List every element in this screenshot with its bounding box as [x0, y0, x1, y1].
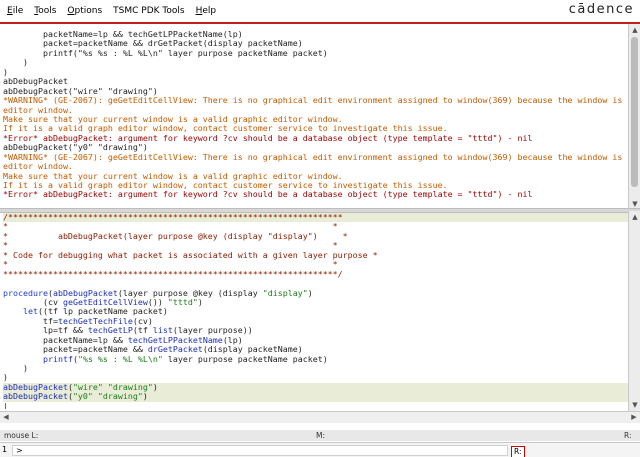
menu-options[interactable]: Options	[63, 0, 106, 22]
log-line: printf("%s %s : %L %L\n" layer purpose p…	[3, 47, 328, 58]
code-token: "%s %s : %L %L\n"	[77, 353, 163, 364]
scroll-up-arrow-icon[interactable]: ▲	[630, 212, 640, 222]
code-line: )	[3, 363, 628, 373]
code-line: |	[3, 400, 628, 409]
output-log-pane[interactable]: packetName=lp && techGetLPPacketName(lp)…	[0, 24, 628, 208]
log-line: *WARNING* (GE-2067): geGetEditCellView: …	[3, 95, 628, 106]
command-count: 1	[2, 445, 8, 454]
code-token: printf	[42, 353, 73, 364]
code-token: abDebugPacket	[3, 391, 68, 402]
mouse-status-bar: mouse L: M: R:	[0, 430, 640, 441]
code-token: "y0"	[72, 391, 93, 402]
log-line: *WARNING* (GE-2067): geGetEditCellView: …	[3, 151, 628, 162]
code-token: )	[142, 391, 148, 402]
horizontal-scrollbar[interactable]: ◀ ▶	[0, 411, 640, 423]
mouse-left-status: mouse L:	[4, 431, 39, 440]
mouse-middle-status: M:	[316, 431, 325, 440]
code-token: "display"	[262, 287, 308, 298]
scroll-thumb[interactable]	[631, 37, 638, 187]
menu-tsmc-pdk-tools[interactable]: TSMC PDK Tools	[109, 0, 188, 22]
command-line: 1 > R:	[0, 442, 640, 457]
output-vertical-scrollbar[interactable]: ▲ ▼	[628, 24, 640, 210]
code-token: )	[197, 296, 203, 307]
code-line: ****************************************…	[3, 268, 628, 279]
code-line: printf("%s %s : %L %L\n" layer purpose p…	[3, 353, 628, 364]
right-mouse-hint: R:	[511, 446, 525, 457]
menu-file[interactable]: Eile	[3, 0, 27, 22]
input-vertical-scrollbar[interactable]: ▲ ▼	[628, 211, 640, 411]
code-token: "tttd"	[167, 296, 198, 307]
code-token: )	[152, 381, 158, 392]
cadence-logo: cādence	[568, 2, 634, 17]
scroll-up-arrow-icon[interactable]: ▲	[630, 25, 640, 35]
log-line: *Error* abDebugPacket: argument for keyw…	[3, 189, 533, 200]
code-token: ****************************************…	[3, 268, 343, 279]
scroll-down-arrow-icon[interactable]: ▼	[630, 400, 640, 410]
code-token: )	[307, 287, 313, 298]
log-line: )	[3, 57, 28, 68]
code-line: abDebugPacket("y0" "drawing")	[3, 391, 628, 402]
mouse-right-status: R:	[624, 431, 632, 440]
menu-help[interactable]: Help	[192, 0, 221, 22]
code-token: "drawing"	[97, 391, 143, 402]
code-token: layer purpose packetName packet)	[162, 353, 328, 364]
menu-tools[interactable]: Tools	[30, 0, 60, 22]
log-line: )	[3, 66, 8, 77]
command-input[interactable]: >	[12, 445, 508, 456]
menu-bar: Eile Tools Options TSMC PDK Tools Help	[0, 0, 640, 22]
code-input-pane[interactable]: /***************************************…	[0, 213, 628, 409]
scroll-left-arrow-icon[interactable]: ◀	[1, 412, 11, 422]
scroll-right-arrow-icon[interactable]: ▶	[629, 412, 639, 422]
code-token: |	[3, 400, 8, 409]
